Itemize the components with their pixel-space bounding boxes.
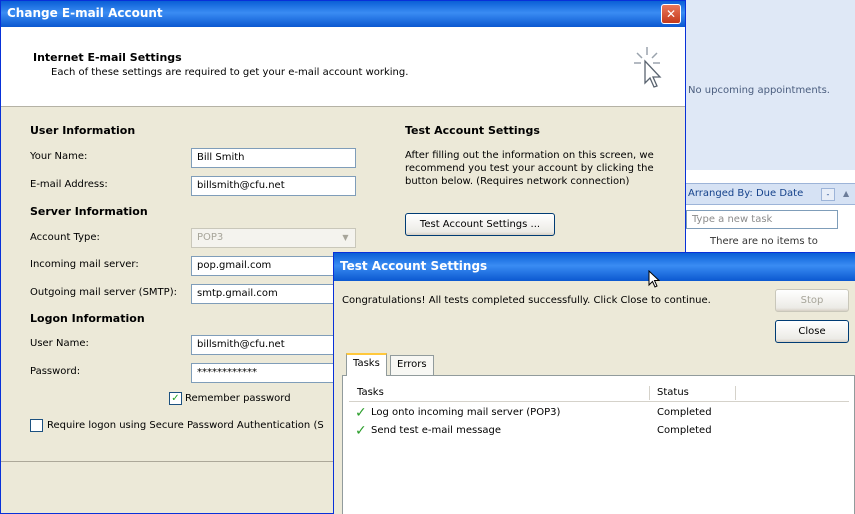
arranged-by-header[interactable]: Arranged By: Due Date - ▲	[680, 183, 855, 205]
server-info-heading: Server Information	[30, 205, 148, 218]
task-row[interactable]: ✓ Send test e-mail message Completed	[349, 423, 849, 440]
password-value: ************	[197, 367, 257, 378]
column-divider	[649, 386, 650, 400]
remember-password-checkbox[interactable]: ✓	[169, 392, 182, 405]
your-name-label: Your Name:	[30, 151, 88, 162]
task-name: Log onto incoming mail server (POP3)	[371, 407, 561, 418]
user-info-heading: User Information	[30, 124, 136, 137]
test-dialog-titlebar[interactable]: Test Account Settings	[334, 253, 855, 281]
dialog-title: Change E-mail Account	[7, 6, 163, 20]
close-label: Close	[798, 326, 826, 337]
tasks-list-header: Tasks Status	[349, 384, 849, 402]
email-address-label: E-mail Address:	[30, 179, 108, 190]
close-icon[interactable]: ✕	[661, 4, 681, 24]
password-field[interactable]: ************	[191, 363, 356, 383]
task-status: Completed	[657, 407, 712, 418]
checkmark-icon: ✓	[355, 405, 367, 421]
email-address-value: billsmith@cfu.net	[197, 180, 285, 191]
outgoing-server-value: smtp.gmail.com	[197, 288, 278, 299]
column-tasks[interactable]: Tasks	[357, 387, 384, 398]
password-label: Password:	[30, 366, 81, 377]
arranged-toggle-button[interactable]: -	[821, 188, 835, 201]
incoming-server-field[interactable]: pop.gmail.com	[191, 256, 356, 276]
column-divider	[735, 386, 736, 400]
header-title: Internet E-mail Settings	[33, 51, 182, 64]
spa-checkbox[interactable]	[30, 419, 43, 432]
user-name-value: billsmith@cfu.net	[197, 339, 285, 350]
header-subtitle: Each of these settings are required to g…	[51, 67, 409, 78]
user-name-label: User Name:	[30, 338, 89, 349]
new-task-placeholder: Type a new task	[692, 214, 773, 225]
no-items-text: There are no items to	[710, 236, 818, 247]
dialog-titlebar[interactable]: Change E-mail Account ✕	[1, 1, 685, 27]
incoming-server-value: pop.gmail.com	[197, 260, 272, 271]
task-status: Completed	[657, 425, 712, 436]
account-type-label: Account Type:	[30, 232, 100, 243]
close-button[interactable]: Close	[775, 320, 849, 343]
logon-info-heading: Logon Information	[30, 312, 145, 325]
user-name-field[interactable]: billsmith@cfu.net	[191, 335, 356, 355]
incoming-server-label: Incoming mail server:	[30, 259, 139, 270]
tab-tasks[interactable]: Tasks	[346, 353, 387, 376]
test-tabs: Tasks Errors Tasks Status ✓ Log onto inc…	[342, 353, 855, 514]
test-account-settings-label: Test Account Settings ...	[419, 219, 541, 230]
tasks-panel: Tasks Status ✓ Log onto incoming mail se…	[342, 375, 855, 514]
chevron-down-icon: ▼	[342, 233, 349, 242]
your-name-value: Bill Smith	[197, 152, 245, 163]
dialog-header: Internet E-mail Settings Each of these s…	[1, 27, 685, 107]
your-name-field[interactable]: Bill Smith	[191, 148, 356, 168]
test-account-settings-button[interactable]: Test Account Settings ...	[405, 213, 555, 236]
checkmark-icon: ✓	[355, 423, 367, 439]
task-row[interactable]: ✓ Log onto incoming mail server (POP3) C…	[349, 405, 849, 422]
task-name: Send test e-mail message	[371, 425, 502, 436]
arranged-by-label[interactable]: Arranged By: Due Date	[688, 188, 803, 199]
column-status[interactable]: Status	[657, 387, 689, 398]
test-dialog-title: Test Account Settings	[340, 259, 488, 273]
no-appointments-text: No upcoming appointments.	[688, 85, 830, 96]
spa-label[interactable]: Require logon using Secure Password Auth…	[47, 420, 324, 431]
remember-password-label[interactable]: Remember password	[185, 393, 291, 404]
test-settings-heading: Test Account Settings	[405, 124, 540, 137]
stop-label: Stop	[800, 295, 824, 306]
outgoing-server-field[interactable]: smtp.gmail.com	[191, 284, 356, 304]
mouse-pointer-icon	[648, 270, 660, 288]
outgoing-server-label: Outgoing mail server (SMTP):	[30, 287, 177, 298]
wizard-cursor-icon	[634, 47, 662, 88]
tab-errors[interactable]: Errors	[390, 355, 434, 376]
test-account-settings-dialog: Test Account Settings Congratulations! A…	[333, 252, 855, 514]
email-address-field[interactable]: billsmith@cfu.net	[191, 176, 356, 196]
test-success-message: Congratulations! All tests completed suc…	[342, 295, 711, 306]
new-task-input[interactable]: Type a new task	[686, 210, 838, 229]
stop-button: Stop	[775, 289, 849, 312]
todo-bar-calendar: No upcoming appointments.	[680, 0, 855, 170]
account-type-value: POP3	[197, 232, 224, 243]
account-type-select: POP3 ▼	[191, 228, 356, 248]
scroll-up-icon[interactable]: ▲	[843, 189, 849, 198]
test-settings-description: After filling out the information on thi…	[405, 150, 654, 187]
